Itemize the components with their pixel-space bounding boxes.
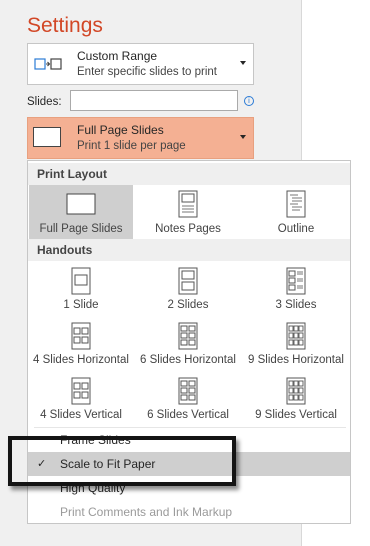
dropdown-subtitle: Print 1 slide per page <box>77 140 186 152</box>
handout-2-slides-icon <box>178 267 198 295</box>
handout-4-vertical-icon <box>71 377 91 405</box>
custom-range-icon <box>34 58 62 70</box>
option-full-page-slides[interactable]: Full Page Slides <box>29 185 133 239</box>
option-4-slides-horizontal[interactable]: 4 Slides Horizontal <box>29 318 133 370</box>
handout-6-horizontal-icon <box>178 322 198 350</box>
option-1-slide[interactable]: 1 Slide <box>29 263 133 315</box>
option-label: 3 Slides <box>275 299 317 311</box>
option-3-slides[interactable]: 3 Slides <box>244 263 348 315</box>
section-header-handouts: Handouts <box>28 239 350 261</box>
handout-9-vertical-icon <box>286 377 306 405</box>
info-icon[interactable]: i <box>244 96 254 106</box>
dropdown-title: Full Page Slides <box>77 123 164 137</box>
option-label: 9 Slides Vertical <box>255 409 337 421</box>
full-page-slide-icon <box>33 127 61 147</box>
option-label: Full Page Slides <box>39 223 123 235</box>
dropdown-subtitle: Enter specific slides to print <box>77 66 217 78</box>
notes-page-icon <box>178 190 198 218</box>
menu-item-print-comments: Print Comments and Ink Markup <box>28 500 350 524</box>
highlight-callout-box <box>8 436 236 486</box>
option-label: 6 Slides Vertical <box>147 409 229 421</box>
option-label: 2 Slides <box>167 299 209 311</box>
option-9-slides-horizontal[interactable]: 9 Slides Horizontal <box>244 318 348 370</box>
menu-item-label: Print Comments and Ink Markup <box>60 505 233 519</box>
option-label: 4 Slides Horizontal <box>33 354 129 366</box>
handout-4-horizontal-icon <box>71 322 91 350</box>
option-notes-pages[interactable]: Notes Pages <box>136 185 240 239</box>
handout-3-slides-icon <box>286 267 306 295</box>
chevron-down-icon <box>240 61 246 65</box>
full-page-slide-icon <box>66 193 96 215</box>
option-6-slides-horizontal[interactable]: 6 Slides Horizontal <box>136 318 240 370</box>
handout-6-vertical-icon <box>178 377 198 405</box>
outline-icon <box>286 190 306 218</box>
option-6-slides-vertical[interactable]: 6 Slides Vertical <box>136 373 240 425</box>
option-label: 1 Slide <box>63 299 99 311</box>
option-2-slides[interactable]: 2 Slides <box>136 263 240 315</box>
option-label: 6 Slides Horizontal <box>140 354 236 366</box>
chevron-down-icon <box>240 135 246 139</box>
slides-label: Slides: <box>27 96 62 108</box>
option-outline[interactable]: Outline <box>244 185 348 239</box>
slides-input[interactable] <box>70 90 238 111</box>
option-label: Notes Pages <box>155 223 221 235</box>
option-label: 4 Slides Vertical <box>40 409 122 421</box>
page-title: Settings <box>27 14 103 37</box>
handout-1-slide-icon <box>71 267 91 295</box>
print-range-dropdown[interactable]: Custom Range Enter specific slides to pr… <box>27 43 254 85</box>
option-9-slides-vertical[interactable]: 9 Slides Vertical <box>244 373 348 425</box>
section-header-print-layout: Print Layout <box>28 163 350 185</box>
print-layout-dropdown[interactable]: Full Page Slides Print 1 slide per page <box>27 117 254 159</box>
option-label: 9 Slides Horizontal <box>248 354 344 366</box>
option-label: Outline <box>277 223 315 235</box>
handout-9-horizontal-icon <box>286 322 306 350</box>
dropdown-title: Custom Range <box>77 49 158 63</box>
option-4-slides-vertical[interactable]: 4 Slides Vertical <box>29 373 133 425</box>
